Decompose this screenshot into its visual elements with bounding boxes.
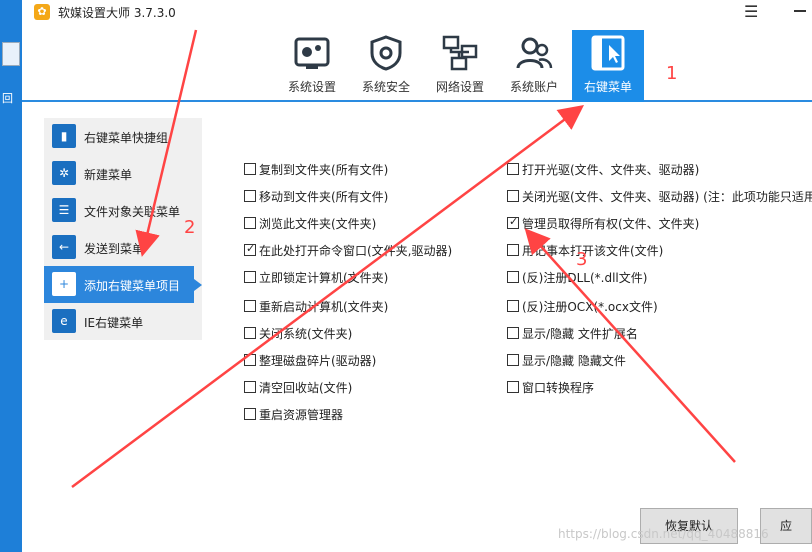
sidebar-item-label: 右键菜单快捷组	[84, 131, 169, 145]
checkbox[interactable]	[507, 163, 519, 175]
checkbox[interactable]	[507, 190, 519, 202]
tab-system-settings[interactable]: 系统设置	[276, 30, 348, 102]
checkbox[interactable]	[507, 354, 519, 366]
sidebar-item-ie-menu[interactable]: e IE右键菜单	[44, 303, 202, 340]
file-association-icon: ☰	[52, 198, 76, 222]
sidebar-item-label: 发送到菜单	[84, 242, 145, 256]
checkbox-checked[interactable]	[507, 215, 519, 229]
new-menu-icon: ✲	[52, 161, 76, 185]
annotation-number-1: 1	[666, 63, 678, 84]
option-label: 移动到文件夹(所有文件)	[259, 190, 389, 204]
checkbox-checked[interactable]	[244, 242, 256, 256]
title-bar: ✿ 软媒设置大师 3.7.3.0 ☰	[22, 0, 812, 24]
add-item-icon: +	[52, 272, 76, 296]
desktop-icon-label: 回	[2, 92, 13, 105]
option-label: 复制到文件夹(所有文件)	[259, 163, 389, 177]
sidebar-item-send-to[interactable]: ← 发送到菜单	[44, 229, 202, 266]
sidebar-item-file-association[interactable]: ☰ 文件对象关联菜单	[44, 192, 202, 229]
checkbox[interactable]	[244, 354, 256, 366]
ie-icon: e	[52, 309, 76, 333]
option-label: 关闭系统(文件夹)	[259, 327, 353, 341]
option-label: 显示/隐藏 文件扩展名	[522, 327, 638, 341]
sidebar-item-label: IE右键菜单	[84, 316, 144, 330]
checkbox[interactable]	[244, 163, 256, 175]
option-label: 在此处打开命令窗口(文件夹,驱动器)	[259, 244, 453, 258]
gear-logo-icon: ✿	[34, 4, 50, 20]
checkbox[interactable]	[507, 327, 519, 339]
watermark: https://blog.csdn.net/qq_40488816	[558, 527, 769, 541]
checkbox[interactable]	[507, 244, 519, 256]
shield-icon	[370, 35, 402, 71]
checkbox[interactable]	[244, 327, 256, 339]
checkbox[interactable]	[244, 190, 256, 202]
tab-label: 网络设置	[435, 80, 484, 94]
hamburger-menu-icon[interactable]: ☰	[744, 2, 758, 21]
tab-system-security[interactable]: 系统安全	[350, 30, 422, 102]
option-label: 用记事本打开该文件(文件)	[522, 244, 664, 258]
option-label: 打开光驱(文件、文件夹、驱动器)	[522, 163, 700, 177]
checkbox[interactable]	[244, 217, 256, 229]
tab-label: 系统设置	[287, 80, 336, 94]
tab-system-accounts[interactable]: 系统账户	[498, 30, 570, 102]
option-label: 窗口转换程序	[522, 381, 595, 395]
sidebar: ▮ 右键菜单快捷组 ✲ 新建菜单 ☰ 文件对象关联菜单 ← 发送到菜单 + 添加…	[44, 118, 202, 340]
tab-label: 系统账户	[509, 80, 558, 94]
top-navigation: 系统设置 系统安全 网络设置 系统账户 右键菜单	[22, 24, 812, 102]
tab-label: 右键菜单	[583, 80, 632, 94]
desktop-file-icon[interactable]	[2, 42, 20, 66]
checkbox[interactable]	[507, 271, 519, 283]
annotation-number-2: 2	[184, 217, 196, 238]
context-menu-icon	[591, 35, 625, 71]
network-icon	[442, 35, 478, 71]
option-label: 重新启动计算机(文件夹)	[259, 300, 389, 314]
sidebar-item-label: 文件对象关联菜单	[84, 205, 181, 219]
option-label: 立即锁定计算机(文件夹)	[259, 271, 389, 285]
tab-label: 系统安全	[361, 80, 410, 94]
option-label: 重启资源管理器	[259, 408, 344, 422]
sidebar-item-add-item[interactable]: + 添加右键菜单项目	[44, 266, 202, 303]
option-label: 清空回收站(文件)	[259, 381, 353, 395]
sidebar-item-shortcut-group[interactable]: ▮ 右键菜单快捷组	[44, 118, 202, 155]
sidebar-item-label: 新建菜单	[84, 168, 133, 182]
motherboard-icon	[294, 37, 330, 69]
option-label: 整理磁盘碎片(驱动器)	[259, 354, 377, 368]
option-label: 关闭光驱(文件、文件夹、驱动器) (注：此项功能只适用	[522, 190, 812, 204]
checkbox[interactable]	[244, 300, 256, 312]
option-label: 管理员取得所有权(文件、文件夹)	[522, 217, 700, 231]
checkbox[interactable]	[507, 300, 519, 312]
minimize-icon[interactable]	[794, 10, 806, 12]
sidebar-item-label: 添加右键菜单项目	[84, 279, 181, 293]
sidebar-item-new-menu[interactable]: ✲ 新建菜单	[44, 155, 202, 192]
checkbox[interactable]	[507, 381, 519, 393]
option-label: (反)注册DLL(*.dll文件)	[522, 271, 648, 285]
option-label: 显示/隐藏 隐藏文件	[522, 354, 626, 368]
checkbox[interactable]	[244, 271, 256, 283]
arrow-3	[524, 228, 736, 463]
checkbox[interactable]	[244, 381, 256, 393]
option-label: (反)注册OCX(*.ocx文件)	[522, 300, 658, 314]
checkbox[interactable]	[244, 408, 256, 420]
send-to-icon: ←	[52, 235, 76, 259]
tab-network-settings[interactable]: 网络设置	[424, 30, 496, 102]
desktop-background: 回	[0, 0, 22, 552]
app-title: 软媒设置大师 3.7.3.0	[58, 6, 176, 20]
tab-context-menu[interactable]: 右键菜单	[572, 30, 644, 102]
users-icon	[516, 37, 553, 69]
option-label: 浏览此文件夹(文件夹)	[259, 217, 377, 231]
annotation-number-3: 3	[576, 249, 588, 270]
shortcut-group-icon: ▮	[52, 124, 76, 148]
